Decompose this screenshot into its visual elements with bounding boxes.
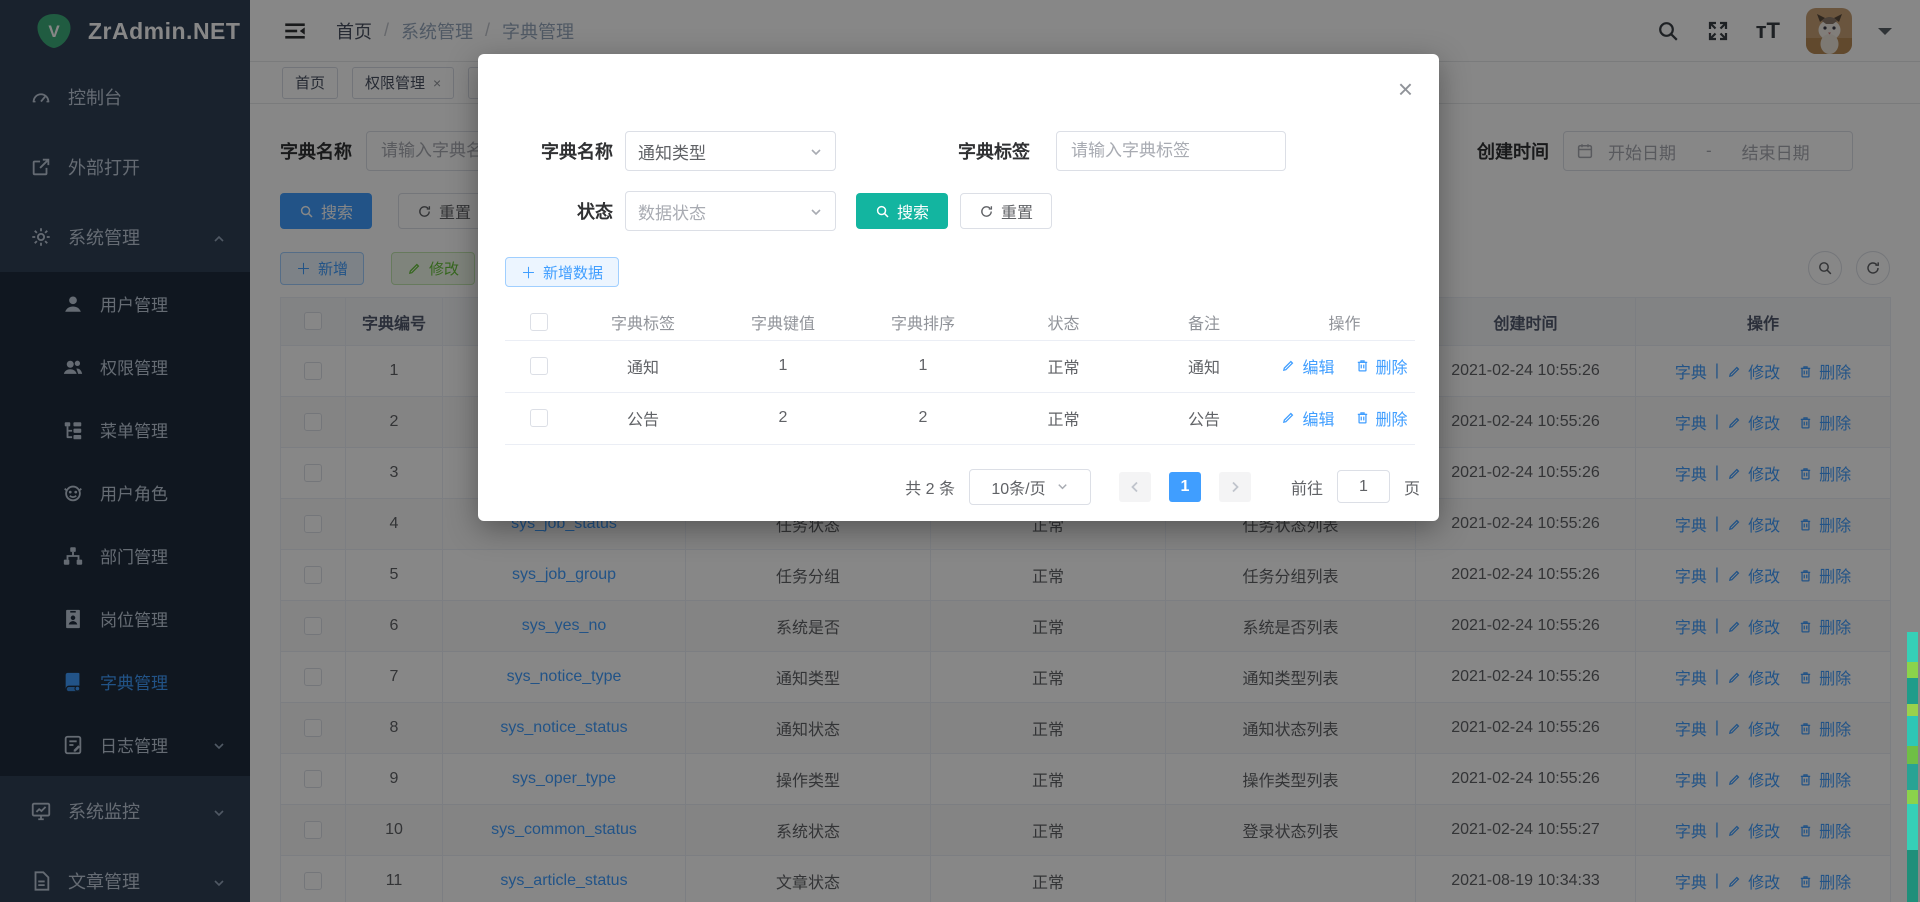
modal-pagination: 共 2 条 10条/页 1 前往 页 — [505, 469, 1420, 505]
modal-table-header-0: 字典标签 — [573, 304, 713, 340]
select-all-checkbox[interactable] — [530, 313, 548, 331]
modal-table-header-2: 字典排序 — [853, 304, 993, 340]
ops-cell: 编辑 删除 — [1274, 340, 1415, 392]
scrollbar-segment — [1907, 678, 1918, 704]
edit-link[interactable]: 编辑 — [1302, 354, 1334, 378]
pencil-icon — [1281, 358, 1296, 373]
next-page-button[interactable] — [1219, 472, 1251, 502]
goto-label: 前往 — [1291, 475, 1323, 499]
trash-icon — [1355, 358, 1370, 373]
modal-table-row: 公告22正常公告编辑删除 — [505, 392, 1415, 444]
modal-dict-label-input[interactable] — [1056, 131, 1286, 171]
row-checkbox[interactable] — [530, 357, 548, 375]
modal-search-button[interactable]: 搜索 — [856, 193, 948, 229]
header-checkbox-cell — [505, 304, 573, 340]
status-cell: 正常 — [993, 392, 1134, 444]
trash-icon — [1355, 410, 1370, 425]
modal-status-select[interactable]: 数据状态 — [625, 191, 836, 231]
page-number-1[interactable]: 1 — [1169, 472, 1201, 502]
delete-link[interactable]: 删除 — [1376, 354, 1408, 378]
dict-value-cell: 2 — [713, 392, 853, 444]
close-icon[interactable]: × — [1398, 76, 1413, 102]
modal-table-header-1: 字典键值 — [713, 304, 853, 340]
remark-cell: 公告 — [1134, 392, 1274, 444]
remark-cell: 通知 — [1134, 340, 1274, 392]
dict-sort-cell: 1 — [853, 340, 993, 392]
modal-dict-data-table: 字典标签字典键值字典排序状态备注操作 通知11正常通知编辑删除公告22正常公告编… — [505, 304, 1415, 445]
dict-value-cell: 1 — [713, 340, 853, 392]
modal-table-header-4: 备注 — [1134, 304, 1274, 340]
modal-reset-button[interactable]: 重置 — [960, 193, 1052, 229]
page-size-select[interactable]: 10条/页 — [969, 469, 1091, 505]
chevron-down-icon — [809, 144, 823, 158]
modal-add-row: ＋ 新增数据 — [505, 257, 1439, 287]
scrollbar-segment — [1907, 632, 1918, 662]
status-cell: 正常 — [993, 340, 1134, 392]
scrollbar-segment — [1907, 704, 1918, 716]
modal-table-header-5: 操作 — [1274, 304, 1415, 340]
chevron-down-icon — [809, 204, 823, 218]
modal-dict-name-select[interactable]: 通知类型 — [625, 131, 836, 171]
pencil-icon — [1281, 410, 1296, 425]
dict-data-modal: × 字典名称 通知类型 字典标签 状态 数据状态 搜索 重置 — [478, 54, 1439, 521]
ops-cell: 编辑 删除 — [1274, 392, 1415, 444]
scrollbar-segment — [1907, 746, 1918, 764]
page-unit-label: 页 — [1404, 475, 1420, 499]
page-scrollbar[interactable] — [1907, 632, 1918, 902]
delete-link[interactable]: 删除 — [1376, 406, 1408, 430]
chevron-down-icon — [1056, 480, 1069, 493]
modal-dict-name-label: 字典名称 — [505, 138, 613, 164]
prev-page-button[interactable] — [1119, 472, 1151, 502]
add-data-button[interactable]: ＋ 新增数据 — [505, 257, 619, 287]
modal-filter-row-1: 字典名称 通知类型 字典标签 — [505, 131, 1439, 171]
modal-dict-label-label: 字典标签 — [940, 138, 1030, 164]
scrollbar-segment — [1907, 804, 1918, 850]
modal-status-label: 状态 — [505, 198, 613, 224]
modal-table-row: 通知11正常通知编辑删除 — [505, 340, 1415, 392]
scrollbar-segment — [1907, 662, 1918, 678]
scrollbar-segment — [1907, 790, 1918, 804]
pagination-total: 共 2 条 — [905, 475, 955, 499]
scrollbar-segment — [1907, 716, 1918, 746]
plus-icon: ＋ — [521, 262, 536, 283]
row-checkbox[interactable] — [530, 409, 548, 427]
dict-sort-cell: 2 — [853, 392, 993, 444]
modal-table-header-3: 状态 — [993, 304, 1134, 340]
scrollbar-segment — [1907, 850, 1918, 902]
edit-link[interactable]: 编辑 — [1302, 406, 1334, 430]
dict-label-cell: 公告 — [573, 392, 713, 444]
modal-filter-row-2: 状态 数据状态 搜索 重置 — [505, 191, 1439, 231]
goto-page-input[interactable] — [1337, 470, 1390, 503]
app-root: V ZrAdmin.NET 控制台外部打开系统管理用户管理权限管理菜单管理用户角… — [0, 0, 1920, 902]
scrollbar-segment — [1907, 764, 1918, 790]
dict-label-cell: 通知 — [573, 340, 713, 392]
